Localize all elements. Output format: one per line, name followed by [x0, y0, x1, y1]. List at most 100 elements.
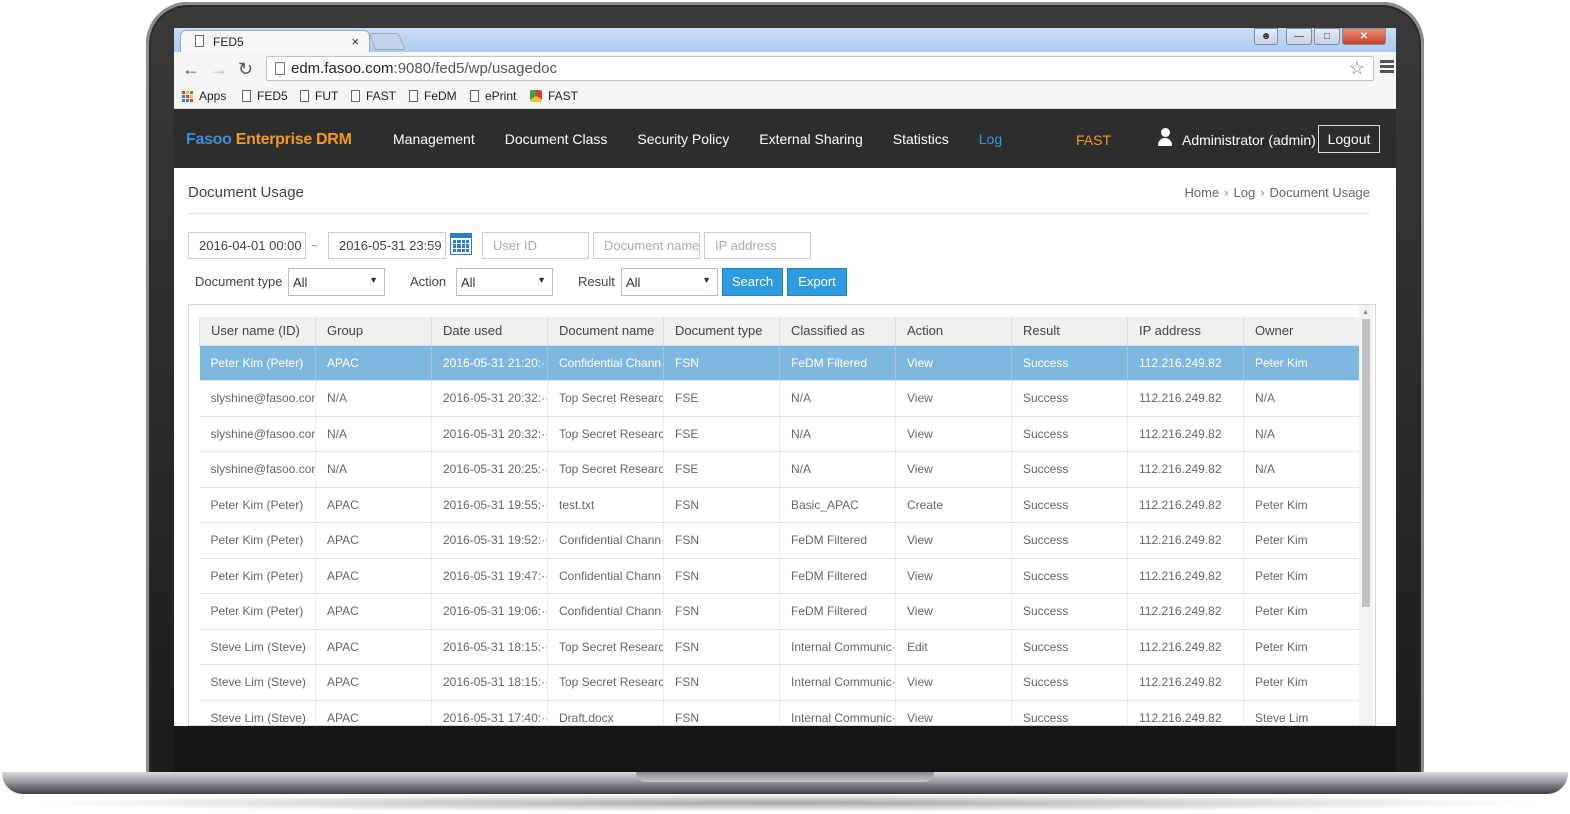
table-cell: View — [895, 345, 1012, 381]
table-cell: slyshine@fasoo.com··· — [199, 451, 316, 488]
window-close-icon[interactable]: ✕ — [1342, 28, 1386, 45]
table-row[interactable]: Peter Kim (Peter) APAC 2016-05-31 19:55:··… — [199, 487, 1363, 523]
column-header[interactable]: Owner — [1243, 317, 1363, 346]
column-header[interactable]: Date used — [431, 317, 548, 346]
table-cell: test.txt — [547, 487, 664, 523]
bookmark-eprint[interactable]: ePrint — [470, 89, 516, 103]
ip-address-input[interactable]: IP address — [704, 232, 811, 259]
column-header[interactable]: Result — [1011, 317, 1128, 346]
table-cell: Success — [1011, 522, 1128, 559]
table-row[interactable]: Peter Kim (Peter) APAC 2016-05-31 19:06:··… — [199, 593, 1363, 630]
table-cell: FeDM Filtered — [779, 522, 896, 559]
table-cell: Peter Kim (Peter) — [199, 593, 316, 630]
address-bar[interactable]: edm.fasoo.com:9080/fed5/wp/usagedoc ☆ — [266, 56, 1374, 81]
column-header[interactable]: Group — [315, 317, 432, 346]
logout-button[interactable]: Logout — [1318, 125, 1380, 153]
nav-document-class[interactable]: Document Class — [505, 131, 608, 147]
table-cell: APAC — [315, 629, 432, 665]
table-cell: Steve Lim (Steve) — [199, 629, 316, 665]
back-icon[interactable]: ← — [182, 59, 200, 80]
tab-close-icon[interactable]: × — [351, 34, 359, 49]
table-row[interactable]: Steve Lim (Steve) APAC 2016-05-31 18:15:··… — [199, 629, 1363, 665]
export-button[interactable]: Export — [787, 268, 847, 296]
table-cell: View — [895, 558, 1012, 594]
user-id-input[interactable]: User ID — [482, 232, 589, 259]
bookmark-fast-2[interactable]: FAST — [530, 89, 578, 103]
table-cell: View — [895, 380, 1012, 417]
table-cell: Steve Lim — [1243, 700, 1363, 725]
calendar-icon[interactable] — [450, 233, 472, 255]
app-logo[interactable]: Fasoo Enterprise DRM — [186, 131, 352, 149]
column-header[interactable]: Classified as — [779, 317, 896, 346]
nav-external-sharing[interactable]: External Sharing — [759, 131, 863, 147]
nav-security-policy[interactable]: Security Policy — [637, 131, 729, 147]
bookmark-label: Apps — [199, 89, 227, 103]
action-select[interactable]: All ▼ — [456, 268, 553, 296]
table-cell: 112.216.249.82 — [1127, 593, 1244, 630]
table-row[interactable]: Peter Kim (Peter) APAC 2016-05-31 19:52:··… — [199, 522, 1363, 559]
table-cell: 112.216.249.82 — [1127, 700, 1244, 725]
url-host: edm.fasoo.com — [291, 60, 394, 77]
breadcrumb-log[interactable]: Log — [1234, 185, 1256, 200]
menu-icon[interactable] — [1380, 60, 1394, 75]
date-to-input[interactable]: 2016-05-31 23:59 — [328, 232, 446, 259]
scroll-up-icon[interactable]: ▲ — [1362, 309, 1369, 316]
bookmark-label: FUT — [315, 89, 339, 103]
fast-link[interactable]: FAST — [1076, 132, 1111, 148]
table-cell: 112.216.249.82 — [1127, 345, 1244, 381]
table-row[interactable]: slyshine@fasoo.com···N/A2016-05-31 20:32… — [199, 416, 1363, 452]
nav-statistics[interactable]: Statistics — [893, 131, 949, 147]
result-select[interactable]: All ▼ — [621, 268, 718, 296]
select-value: All — [461, 275, 476, 290]
table-row[interactable]: Peter Kim (Peter) APAC 2016-05-31 19:47:··… — [199, 558, 1363, 594]
bookmark-apps[interactable]: Apps — [182, 89, 226, 103]
reload-icon[interactable]: ↻ — [238, 59, 253, 80]
page-icon — [470, 90, 479, 102]
column-header[interactable]: Action — [895, 317, 1012, 346]
table-row[interactable]: Steve Lim (Steve) APAC 2016-05-31 17:40:··… — [199, 700, 1363, 725]
table-row[interactable]: Peter Kim (Peter) APAC 2016-05-31 21:20:··… — [199, 345, 1363, 381]
browser-tab[interactable]: FED5 × — [180, 30, 370, 52]
table-cell: Basic_APAC — [779, 487, 896, 523]
scrollbar-thumb[interactable] — [1362, 319, 1370, 607]
table-cell: 2016-05-31 20:25:··· — [431, 451, 548, 488]
bookmark-fedm[interactable]: FeDM — [409, 89, 457, 103]
maximize-icon[interactable]: □ — [1314, 28, 1340, 45]
table-row[interactable]: Steve Lim (Steve) APAC 2016-05-31 18:15:··… — [199, 664, 1363, 701]
chevron-right-icon: › — [1224, 185, 1229, 200]
bookmark-fut[interactable]: FUT — [300, 89, 338, 103]
table-cell: FeDM Filtered — [779, 558, 896, 594]
table-cell: 112.216.249.82 — [1127, 629, 1244, 665]
table-cell: View — [895, 416, 1012, 452]
document-type-select[interactable]: All ▼ — [288, 268, 385, 296]
table-row[interactable]: slyshine@fasoo.com···N/A2016-05-31 20:25… — [199, 451, 1363, 488]
document-name-input[interactable]: Document name — [593, 232, 700, 259]
browser-tab-strip: FED5 × ☻ — □ ✕ — [174, 28, 1396, 52]
bookmark-fast[interactable]: FAST — [351, 89, 396, 103]
breadcrumb-home[interactable]: Home — [1184, 185, 1219, 200]
table-cell: View — [895, 593, 1012, 630]
column-header[interactable]: User name (ID) — [199, 317, 316, 346]
column-header[interactable]: IP address — [1127, 317, 1244, 346]
table-row[interactable]: slyshine@fasoo.com···N/A2016-05-31 20:32… — [199, 380, 1363, 417]
profile-icon[interactable]: ☻ — [1254, 28, 1278, 45]
search-button[interactable]: Search — [722, 268, 783, 296]
usage-table: User name (ID) Group Date used Document … — [199, 317, 1363, 725]
minimize-icon[interactable]: — — [1286, 28, 1312, 45]
date-from-input[interactable]: 2016-04-01 00:00 — [188, 232, 306, 259]
table-cell: Top Secret Research··· — [547, 664, 664, 701]
nav-management[interactable]: Management — [393, 131, 475, 147]
vertical-scrollbar[interactable]: ▲ — [1359, 305, 1373, 725]
table-cell: Peter Kim — [1243, 487, 1363, 523]
nav-log[interactable]: Log — [979, 131, 1002, 147]
table-cell: Peter Kim (Peter) — [199, 522, 316, 559]
forward-icon[interactable]: → — [210, 59, 228, 80]
table-cell: 2016-05-31 19:52:··· — [431, 522, 548, 559]
bookmark-star-icon[interactable]: ☆ — [1349, 58, 1365, 79]
new-tab-button[interactable] — [368, 33, 406, 50]
column-header[interactable]: Document type — [663, 317, 780, 346]
column-header[interactable]: Document name — [547, 317, 664, 346]
window-controls: ☻ — □ ✕ — [1254, 28, 1386, 46]
caret-down-icon: ▼ — [537, 275, 546, 285]
bookmark-fed5[interactable]: FED5 — [242, 89, 288, 103]
